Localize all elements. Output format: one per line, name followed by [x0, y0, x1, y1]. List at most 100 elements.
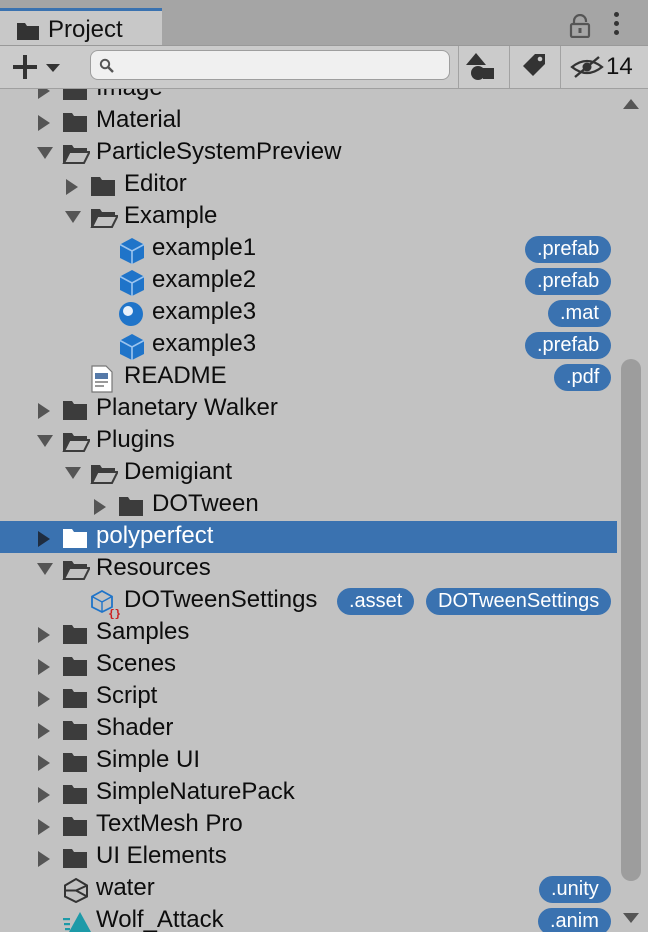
expand-arrow-right-icon[interactable] — [36, 114, 52, 137]
folder-icon — [118, 493, 144, 522]
file-type-badge: .unity — [539, 876, 611, 903]
scrollbar[interactable] — [617, 89, 648, 932]
tab-bar: Project — [0, 0, 648, 46]
tree-row[interactable]: README .pdf — [0, 361, 617, 393]
tree-row[interactable]: SimpleNaturePack — [0, 777, 617, 809]
tree-row[interactable]: Plugins — [0, 425, 617, 457]
tree-row[interactable]: Shader — [0, 713, 617, 745]
expand-arrow-right-icon[interactable] — [36, 89, 52, 105]
more-options-icon[interactable] — [608, 12, 624, 38]
tree-row[interactable]: polyperfect — [0, 521, 617, 553]
tree-row[interactable]: Editor — [0, 169, 617, 201]
search-by-type-button[interactable] — [459, 46, 509, 88]
tree-row[interactable]: UI Elements — [0, 841, 617, 873]
material-icon — [118, 301, 144, 332]
tree-row[interactable]: example1 .prefab — [0, 233, 617, 265]
folder-icon — [62, 781, 88, 810]
tree-row[interactable]: example2 .prefab — [0, 265, 617, 297]
scroll-thumb[interactable] — [621, 359, 641, 881]
tree-row[interactable]: Demigiant — [0, 457, 617, 489]
tree-row[interactable]: Script — [0, 681, 617, 713]
tree-item-label: example1 — [152, 234, 257, 261]
shapes-icon — [466, 53, 494, 80]
hidden-packages-count: 14 — [606, 53, 633, 80]
file-type-badge: .pdf — [554, 364, 612, 391]
expand-arrow-right-icon[interactable] — [36, 530, 52, 553]
expand-arrow-right-icon[interactable] — [36, 402, 52, 425]
tree-row[interactable]: Resources — [0, 553, 617, 585]
tree-item-label: polyperfect — [96, 522, 214, 549]
expand-arrow-down-icon[interactable] — [64, 466, 82, 485]
folder-open-icon — [62, 141, 92, 170]
tree-item-label: Material — [96, 106, 182, 133]
search-input[interactable] — [121, 53, 445, 79]
tree-item-label: Simple UI — [96, 746, 201, 773]
eye-slash-icon — [570, 56, 604, 78]
animation-clip-icon — [62, 909, 92, 932]
tab-project[interactable]: Project — [0, 8, 162, 45]
tree-item-label: UI Elements — [96, 842, 227, 869]
tree-row[interactable]: Material — [0, 105, 617, 137]
expand-arrow-right-icon[interactable] — [36, 850, 52, 873]
expand-arrow-right-icon[interactable] — [92, 498, 108, 521]
toolbar-divider — [560, 46, 561, 88]
folder-icon — [62, 89, 88, 106]
tree-row[interactable]: DOTween — [0, 489, 617, 521]
tree-row[interactable]: ParticleSystemPreview — [0, 137, 617, 169]
tree-item-label: Example — [124, 202, 218, 229]
file-type-badge: .anim — [538, 908, 611, 932]
folder-icon — [62, 525, 88, 554]
search-by-label-button[interactable] — [510, 46, 560, 88]
expand-arrow-right-icon[interactable] — [36, 786, 52, 809]
expand-arrow-down-icon[interactable] — [36, 562, 54, 581]
expand-arrow-down-icon[interactable] — [64, 210, 82, 229]
expand-arrow-right-icon[interactable] — [64, 178, 80, 201]
file-type-badge: .prefab — [525, 268, 612, 295]
lock-icon[interactable] — [568, 13, 592, 43]
tree-row[interactable]: water .unity — [0, 873, 617, 905]
expand-arrow-right-icon[interactable] — [36, 754, 52, 777]
tree-row[interactable]: Planetary Walker — [0, 393, 617, 425]
expand-arrow-right-icon[interactable] — [36, 690, 52, 713]
file-type-badge: DOTweenSettings — [426, 588, 612, 615]
file-type-badge: .prefab — [525, 236, 612, 263]
tree-row[interactable]: TextMesh Pro — [0, 809, 617, 841]
expand-arrow-right-icon[interactable] — [36, 626, 52, 649]
tree-item-label: SimpleNaturePack — [96, 778, 295, 805]
tree-row[interactable]: Wolf_Attack .anim — [0, 905, 617, 932]
tree-row[interactable]: {} DOTweenSettings .asset DOTweenSettings — [0, 585, 617, 620]
folder-icon — [90, 173, 116, 202]
expand-arrow-right-icon[interactable] — [36, 658, 52, 681]
tree-item-label: README — [124, 362, 227, 389]
folder-open-icon — [62, 557, 92, 586]
expand-arrow-down-icon[interactable] — [36, 434, 54, 453]
tree-item-label: example3 — [152, 330, 257, 357]
tab-label: Project — [48, 16, 123, 43]
tree-row[interactable]: Image — [0, 89, 617, 105]
tree-row[interactable]: Simple UI — [0, 745, 617, 777]
hidden-packages-button[interactable]: 14 — [564, 46, 648, 88]
scroll-up-arrow-icon[interactable] — [623, 99, 639, 109]
tree-item-label: Script — [96, 682, 158, 709]
search-box[interactable] — [90, 50, 450, 80]
tree-row[interactable]: Example — [0, 201, 617, 233]
tree-item-label: example2 — [152, 266, 257, 293]
file-type-badge: .asset — [337, 588, 415, 615]
tree-row[interactable]: Scenes — [0, 649, 617, 681]
tree-row[interactable]: example3 .mat — [0, 297, 617, 329]
folder-icon — [62, 653, 88, 682]
folder-icon — [62, 685, 88, 714]
tree-row[interactable]: Samples — [0, 617, 617, 649]
file-type-badge: .prefab — [525, 332, 612, 359]
tree-item-label: Resources — [96, 554, 211, 581]
add-button[interactable] — [8, 52, 68, 82]
expand-arrow-down-icon[interactable] — [36, 146, 54, 165]
scroll-down-arrow-icon[interactable] — [623, 913, 639, 923]
tree-item-label: Shader — [96, 714, 174, 741]
tree-item-label: Wolf_Attack — [96, 906, 224, 932]
folder-icon — [62, 813, 88, 842]
tag-icon — [523, 54, 545, 76]
tree-row[interactable]: example3 .prefab — [0, 329, 617, 361]
expand-arrow-right-icon[interactable] — [36, 818, 52, 841]
expand-arrow-right-icon[interactable] — [36, 722, 52, 745]
